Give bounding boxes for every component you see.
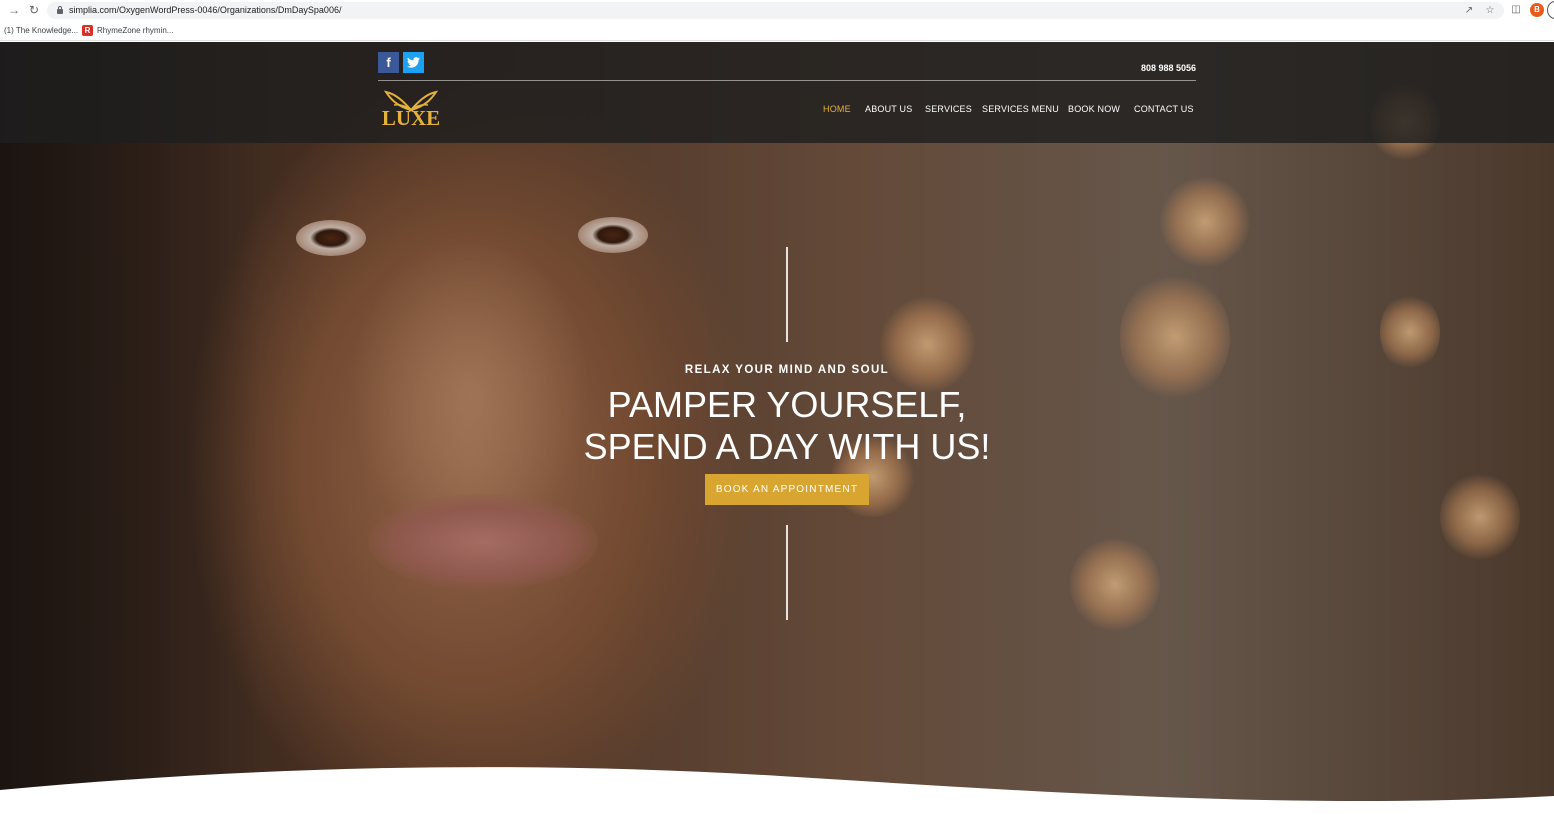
extension-icon[interactable] [1547, 1, 1554, 19]
nav-services[interactable]: SERVICES [925, 103, 972, 115]
hero-title-line-1: PAMPER YOURSELF, [607, 384, 967, 425]
bookmark-knowledge[interactable]: (1) The Knowledge... [4, 25, 78, 37]
nav-book-now[interactable]: BOOK NOW [1068, 103, 1120, 115]
hero-divider-bottom [786, 525, 788, 620]
share-icon[interactable]: ↗ [1462, 4, 1476, 18]
twitter-icon[interactable] [403, 52, 424, 73]
bookmark-star-icon[interactable]: ☆ [1483, 4, 1497, 18]
nav-contact-us[interactable]: CONTACT US [1134, 103, 1194, 115]
spa-homepage: f 808 988 5056 LUXE HOME ABOUT US SERVIC… [0, 42, 1554, 815]
forward-arrow-icon[interactable]: → [6, 2, 22, 18]
phone-number[interactable]: 808 988 5056 [1110, 63, 1196, 73]
reload-icon[interactable]: ↻ [26, 2, 42, 18]
site-header: f 808 988 5056 LUXE HOME ABOUT US SERVIC… [0, 42, 1554, 143]
browser-toolbar: → ↻ simplia.com/OxygenWordPress-0046/Org… [0, 0, 1554, 21]
header-divider [378, 80, 1196, 81]
hero-wave-divider [0, 767, 1554, 815]
side-panel-icon[interactable]: ◫ [1508, 2, 1524, 18]
bookmark-rhymezone[interactable]: RhymeZone rhymin... [97, 25, 173, 37]
hero-title: PAMPER YOURSELF, SPEND A DAY WITH US! [560, 384, 1014, 468]
book-appointment-button[interactable]: BOOK AN APPOINTMENT [705, 474, 869, 505]
profile-avatar[interactable]: B [1530, 3, 1544, 17]
lock-icon[interactable] [57, 6, 63, 14]
url-text[interactable]: simplia.com/OxygenWordPress-0046/Organiz… [69, 4, 341, 17]
bookmarks-bar: (1) The Knowledge... R RhymeZone rhymin.… [0, 21, 1554, 41]
nav-home[interactable]: HOME [823, 103, 851, 115]
facebook-icon[interactable]: f [378, 52, 399, 73]
hero-kicker: RELAX YOUR MIND AND SOUL [684, 364, 890, 376]
hero-divider-top [786, 247, 788, 342]
nav-services-menu[interactable]: SERVICES MENU [982, 103, 1059, 115]
address-bar[interactable]: simplia.com/OxygenWordPress-0046/Organiz… [47, 2, 1504, 19]
rhymezone-icon: R [82, 25, 93, 36]
main-navigation: HOME ABOUT US SERVICES SERVICES MENU BOO… [0, 103, 1554, 117]
hero-title-line-2: SPEND A DAY WITH US! [583, 426, 991, 467]
nav-about-us[interactable]: ABOUT US [865, 103, 912, 115]
